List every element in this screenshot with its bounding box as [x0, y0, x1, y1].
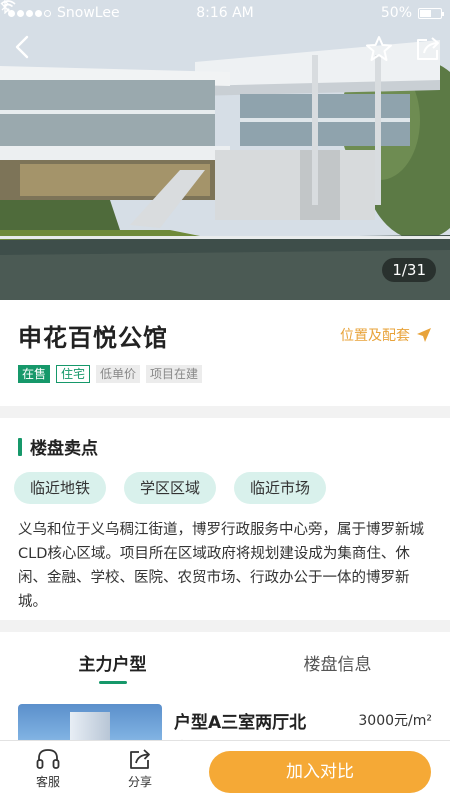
- section-header: 楼盘卖点: [18, 434, 98, 459]
- bluetooth-icon: [1, 0, 9, 14]
- location-and-amenities-link[interactable]: 位置及配套: [340, 325, 432, 345]
- carrier-label: SnowLee: [57, 5, 120, 21]
- floor-plan-name[interactable]: 户型A三室两厅北: [174, 708, 306, 733]
- battery-percent: 50%: [380, 5, 412, 21]
- back-button[interactable]: [8, 32, 38, 62]
- active-tab-indicator: [99, 681, 127, 684]
- property-photo-gallery[interactable]: SnowLee 8:16 AM 50% 1/31: [0, 0, 450, 300]
- tag-low-price: 低单价: [96, 365, 141, 383]
- share-label: 分享: [127, 775, 152, 789]
- clock: 8:16 AM: [196, 5, 254, 21]
- headset-icon: [36, 749, 60, 769]
- selling-points-section: 楼盘卖点 临近地铁 学区区域 临近市场 义乌和位于义乌稠江街道，博罗行政服务中心…: [0, 418, 450, 620]
- share-icon: [417, 37, 439, 60]
- add-to-compare-button[interactable]: 加入对比: [209, 751, 431, 793]
- location-link-label: 位置及配套: [340, 328, 410, 344]
- share-bottom-button[interactable]: 分享: [110, 747, 170, 790]
- star-icon: [366, 36, 392, 61]
- customer-service-label: 客服: [35, 775, 60, 789]
- tab-main-floor-plans[interactable]: 主力户型: [0, 632, 225, 688]
- customer-service-button[interactable]: 客服: [18, 747, 78, 790]
- status-carrier-area: SnowLee: [0, 0, 168, 21]
- property-info-card: 申花百悦公馆 位置及配套 在售 住宅 低单价 项目在建: [0, 300, 450, 406]
- chevron-left-icon: [15, 35, 29, 59]
- photo-counter: 1/31: [382, 258, 436, 282]
- chip-near-market: 临近市场: [234, 472, 327, 504]
- floor-plan-price: 3000元/m²: [358, 713, 432, 729]
- status-system-area: 50%: [1, 0, 444, 21]
- navigation-arrow-icon: [417, 328, 431, 342]
- share-top-button[interactable]: [413, 34, 443, 64]
- bottom-action-bar: 客服 分享 加入对比: [0, 740, 450, 800]
- tab-property-info[interactable]: 楼盘信息: [225, 632, 450, 688]
- selling-point-chips: 临近地铁 学区区域 临近市场: [14, 472, 327, 504]
- tag-on-sale: 在售: [18, 365, 51, 383]
- selling-point-description: 义乌和位于义乌稠江街道，博罗行政服务中心旁，属于博罗新城CLD核心区域。项目所在…: [18, 522, 424, 610]
- content-tabs: 主力户型 楼盘信息: [0, 632, 450, 688]
- section-title: 楼盘卖点: [30, 439, 98, 459]
- tag-residential: 住宅: [56, 365, 91, 383]
- property-tags: 在售 住宅 低单价 项目在建: [18, 365, 203, 383]
- chip-school-district: 学区区域: [124, 472, 217, 504]
- battery-icon: [418, 7, 444, 19]
- tag-under-construction: 项目在建: [146, 365, 203, 383]
- property-detail-page: SnowLee 8:16 AM 50% 1/31 申花百悦公馆 位置及配套 在售…: [0, 0, 450, 800]
- share-icon: [130, 749, 150, 769]
- property-title: 申花百悦公馆: [18, 324, 168, 352]
- chip-near-subway: 临近地铁: [14, 472, 107, 504]
- favorite-button[interactable]: [364, 34, 394, 64]
- status-bar: SnowLee 8:16 AM 50%: [0, 0, 450, 26]
- section-accent-bar: [18, 437, 22, 456]
